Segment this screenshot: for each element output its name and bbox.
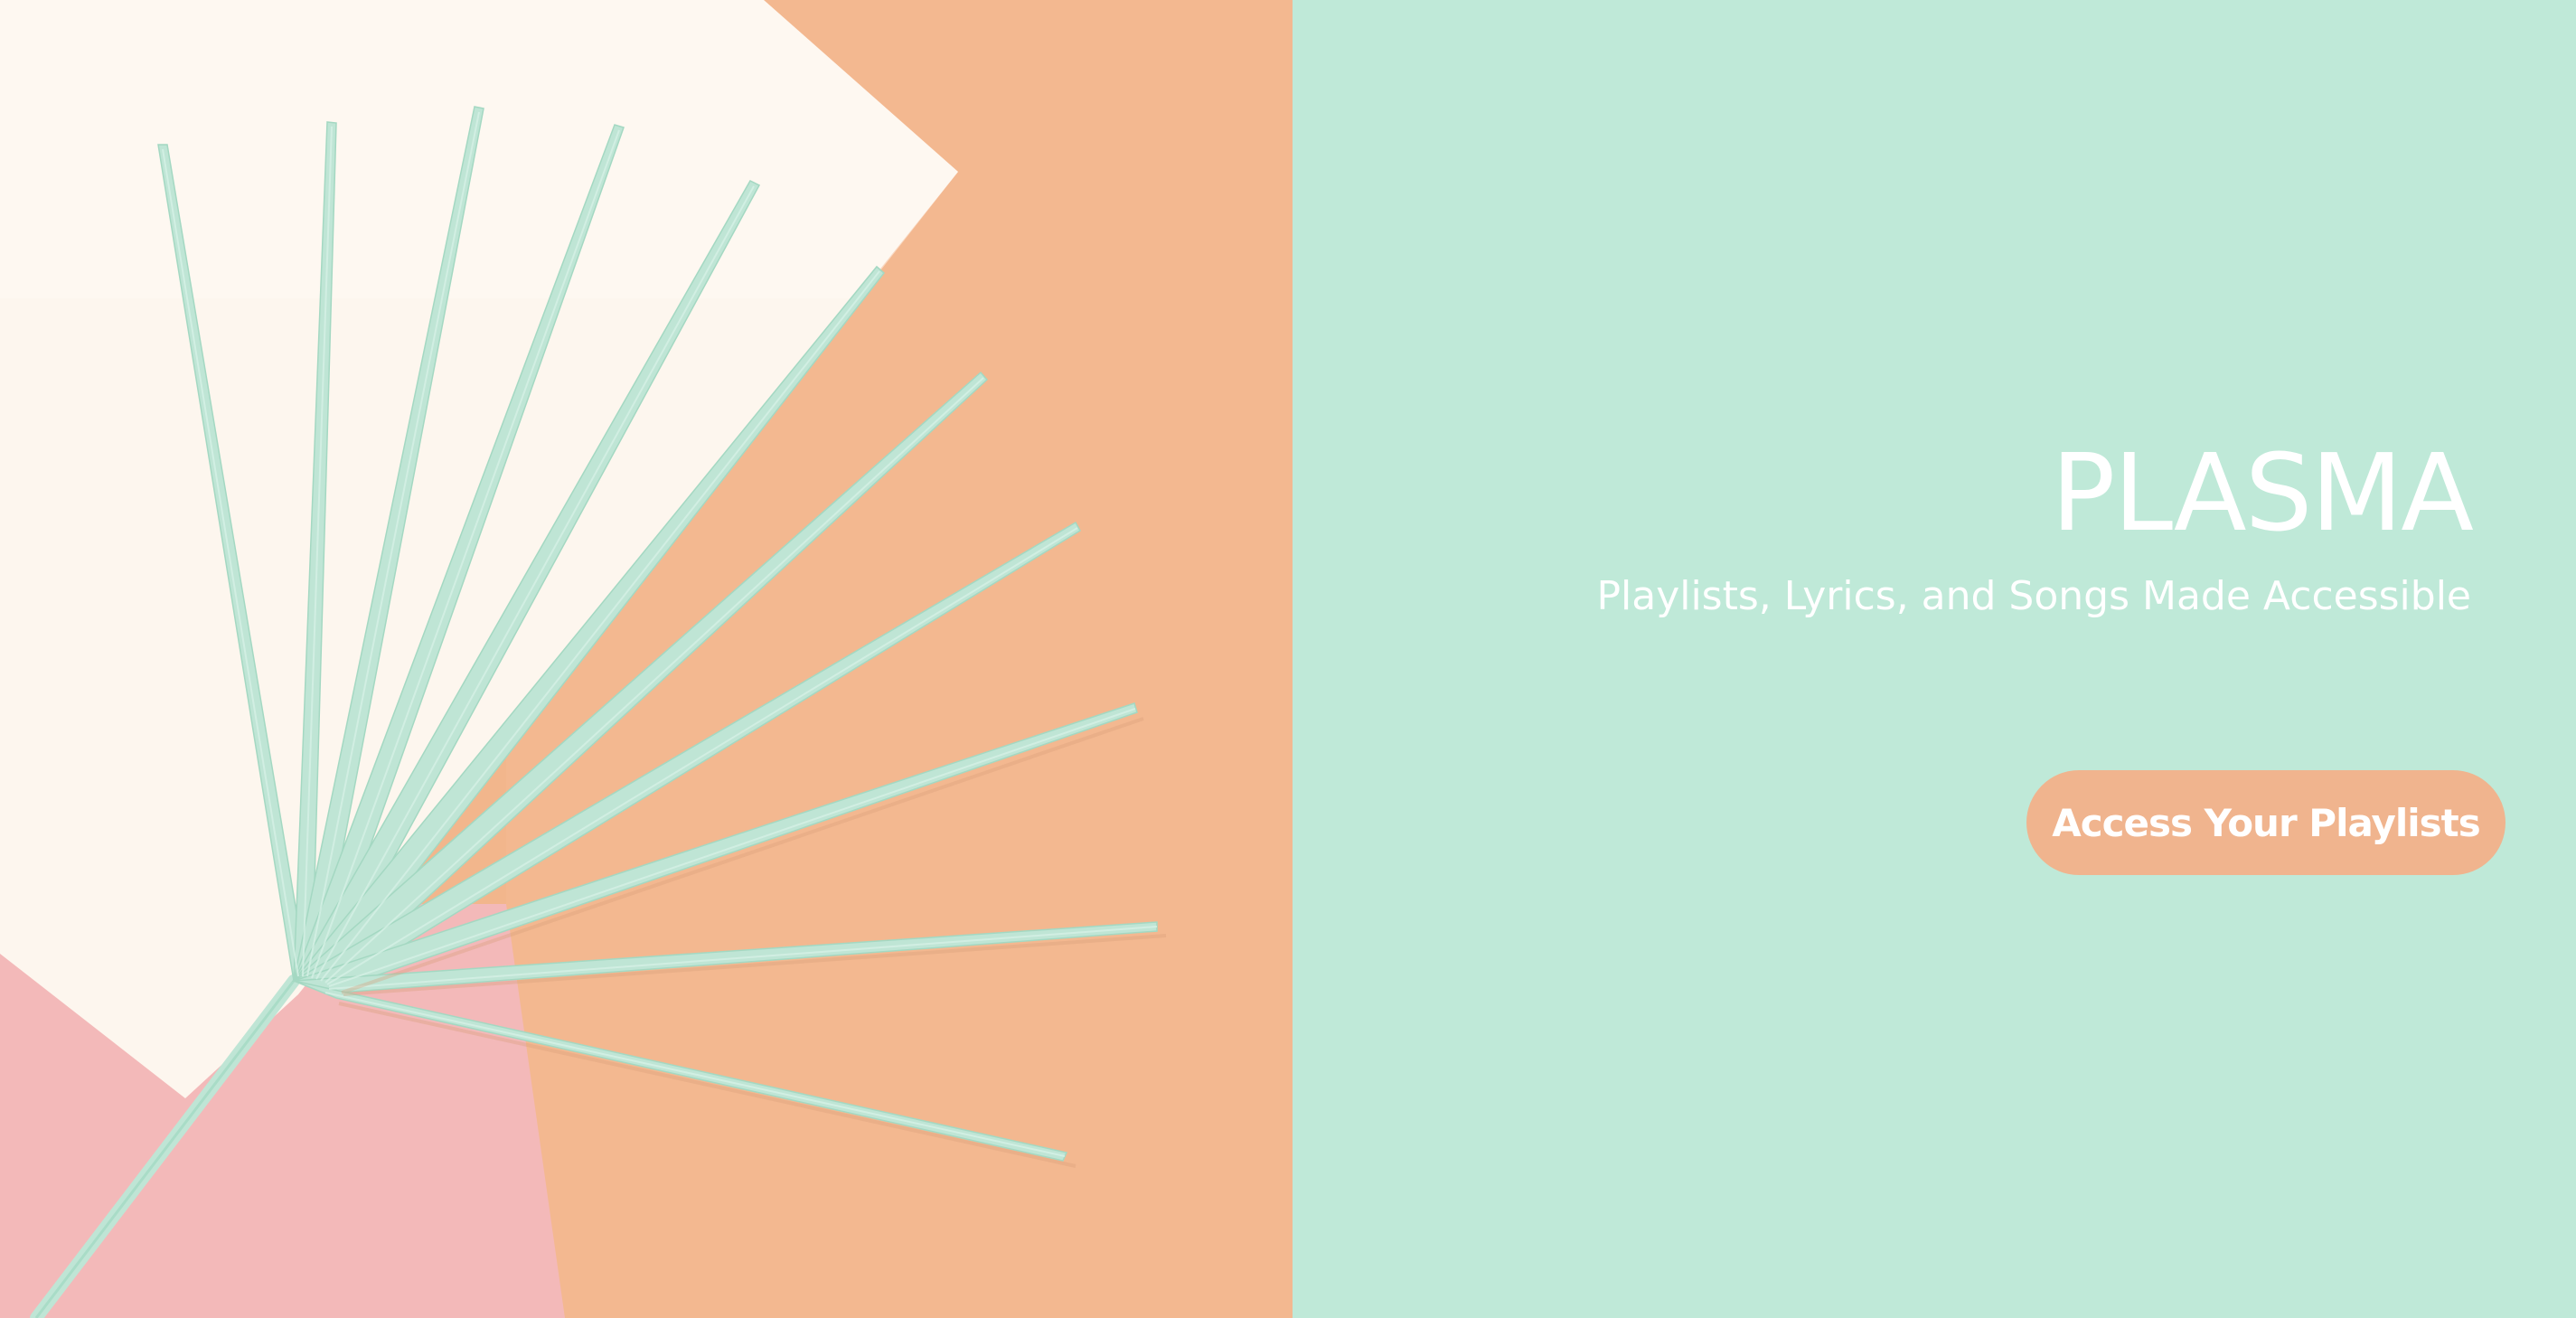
palm-leaf-photo xyxy=(0,0,1293,1318)
access-playlists-button[interactable]: Access Your Playlists xyxy=(2026,770,2505,875)
hero-panel: PLASMA Playlists, Lyrics, and Songs Made… xyxy=(1293,0,2576,1318)
landing-page: PLASMA Playlists, Lyrics, and Songs Made… xyxy=(0,0,2576,1318)
brand-tagline: Playlists, Lyrics, and Songs Made Access… xyxy=(1596,573,2471,619)
brand-title: PLASMA xyxy=(2051,430,2474,555)
hero-photo xyxy=(0,0,1293,1318)
